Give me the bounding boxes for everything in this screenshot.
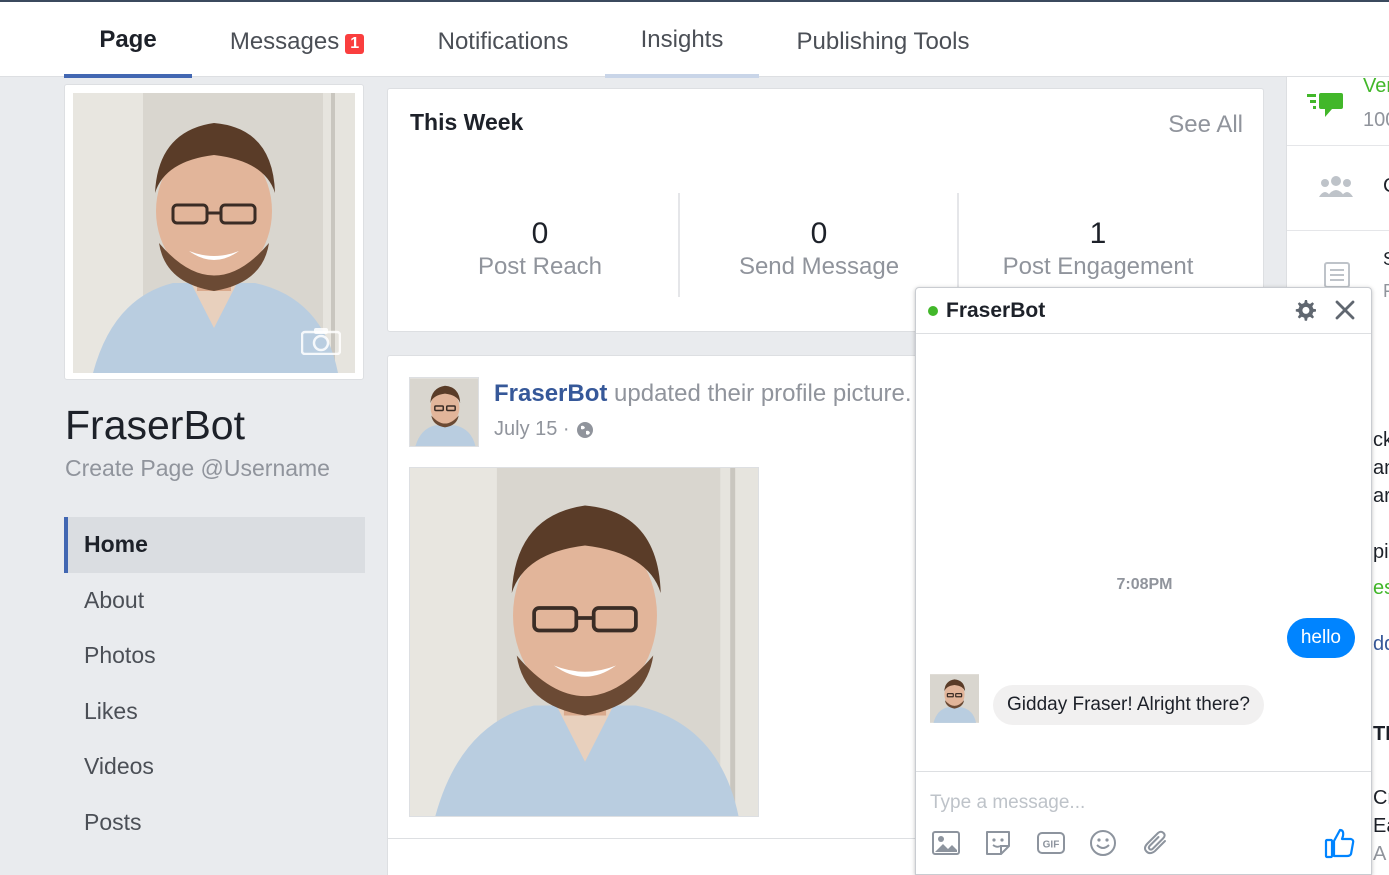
- right-col-text: ar: [1373, 485, 1389, 507]
- close-icon[interactable]: [1333, 298, 1357, 322]
- tab-page[interactable]: Page: [64, 2, 192, 78]
- thumbs-up-icon[interactable]: [1323, 826, 1357, 860]
- tab-publishing-tools-label: Publishing Tools: [796, 28, 970, 55]
- page-title: FraserBot: [65, 402, 245, 448]
- right-col-text: S: [1383, 249, 1389, 270]
- right-col-divider: [1287, 230, 1389, 231]
- post-author-avatar[interactable]: [409, 377, 479, 447]
- people-icon: [1319, 176, 1353, 197]
- list-icon: [1324, 262, 1350, 288]
- attachment-icon[interactable]: [1141, 828, 1171, 858]
- sticker-icon[interactable]: [983, 828, 1013, 858]
- nav-item-about[interactable]: About: [64, 573, 365, 629]
- chat-window: FraserBot 7:08PM hello Gidday Fraser! Al…: [915, 287, 1372, 875]
- left-navigation: Home About Photos Likes Videos Posts: [64, 517, 365, 850]
- create-username-link[interactable]: Create Page @Username: [65, 455, 330, 482]
- post-avatar-image: [410, 378, 478, 446]
- right-col-text: A: [1373, 843, 1387, 865]
- photo-icon[interactable]: [931, 828, 961, 858]
- profile-picture-frame[interactable]: [64, 84, 364, 380]
- right-col-text: F: [1383, 281, 1389, 302]
- post-meta: July 15 ·: [494, 418, 594, 441]
- chat-timestamp: 7:08PM: [1116, 576, 1173, 593]
- tab-publishing-tools[interactable]: Publishing Tools: [778, 2, 988, 78]
- right-col-text: TI: [1373, 723, 1389, 745]
- right-col-divider: [1287, 145, 1389, 146]
- stat-send-message-label: Send Message: [738, 253, 900, 280]
- emoji-icon[interactable]: [1088, 828, 1118, 858]
- nav-item-videos[interactable]: Videos: [64, 739, 365, 795]
- nav-item-photos[interactable]: Photos: [64, 628, 365, 684]
- right-col-link[interactable]: es: [1373, 577, 1389, 600]
- right-col-text: 100: [1363, 109, 1389, 131]
- nav-item-likes[interactable]: Likes: [64, 684, 365, 740]
- tab-messages[interactable]: Messages 1: [212, 2, 382, 78]
- right-col-text: pi: [1373, 541, 1389, 563]
- camera-icon[interactable]: [301, 327, 341, 355]
- stat-post-reach-value: 0: [531, 217, 549, 250]
- chat-sender-avatar[interactable]: [930, 674, 979, 723]
- post-author-link[interactable]: FraserBot: [494, 380, 607, 407]
- post-header: FraserBot updated their profile picture.: [494, 380, 912, 408]
- stat-post-engagement[interactable]: 1 Post Engagement: [978, 217, 1218, 281]
- verified-response-icon: [1307, 93, 1343, 117]
- outgoing-message: hello: [1286, 618, 1355, 658]
- tab-insights-label: Insights: [640, 26, 724, 53]
- tab-notifications[interactable]: Notifications: [420, 2, 586, 78]
- nav-item-posts[interactable]: Posts: [64, 795, 365, 851]
- post-photo[interactable]: [409, 467, 759, 817]
- right-col-text: an: [1373, 457, 1389, 479]
- nav-item-home[interactable]: Home: [64, 517, 365, 573]
- right-col-text: Ea: [1373, 815, 1389, 837]
- chat-avatar-image: [930, 674, 979, 723]
- stat-send-message-value: 0: [810, 217, 828, 250]
- tab-page-label: Page: [99, 26, 157, 53]
- stat-send-message[interactable]: 0 Send Message: [699, 217, 939, 281]
- chat-header[interactable]: FraserBot: [916, 288, 1371, 334]
- message-input[interactable]: [930, 792, 1350, 814]
- post-date[interactable]: July 15 ·: [494, 418, 570, 441]
- stat-post-reach-label: Post Reach: [477, 253, 603, 280]
- stat-post-reach[interactable]: 0 Post Reach: [420, 217, 660, 281]
- chat-composer: GIF: [916, 771, 1371, 875]
- messages-count-badge: 1: [345, 34, 365, 54]
- stat-post-engagement-label: Post Engagement: [1002, 253, 1194, 280]
- post-photo-image: [410, 468, 758, 816]
- see-all-link[interactable]: See All: [1168, 111, 1243, 139]
- incoming-message: Gidday Fraser! Alright there?: [993, 685, 1264, 725]
- stat-post-engagement-value: 1: [1089, 217, 1107, 250]
- stat-divider: [957, 193, 959, 297]
- svg-text:GIF: GIF: [1043, 840, 1060, 851]
- gif-icon[interactable]: GIF: [1036, 828, 1066, 858]
- post-card: FraserBot updated their profile picture.…: [387, 355, 988, 875]
- globe-icon: [576, 421, 593, 438]
- right-col-text: Cr: [1373, 787, 1389, 809]
- online-status-dot: [928, 305, 938, 316]
- tab-notifications-label: Notifications: [437, 28, 569, 55]
- page-top-nav: Page Messages 1 Notifications Insights Pu…: [0, 0, 1389, 78]
- this-week-title: This Week: [410, 109, 524, 135]
- profile-picture[interactable]: [73, 93, 355, 373]
- post-divider: [388, 838, 988, 839]
- right-col-text: ck: [1373, 429, 1389, 451]
- chat-title[interactable]: FraserBot: [946, 299, 1045, 323]
- tab-insights[interactable]: Insights: [605, 2, 759, 78]
- stat-divider: [678, 193, 680, 297]
- right-col-text: C: [1383, 175, 1389, 198]
- tab-messages-label: Messages: [229, 28, 340, 55]
- gear-icon[interactable]: [1293, 298, 1317, 322]
- post-action-text: updated their profile picture.: [607, 380, 912, 407]
- right-col-text: Ver: [1363, 77, 1389, 97]
- right-col-link[interactable]: dd: [1373, 633, 1389, 656]
